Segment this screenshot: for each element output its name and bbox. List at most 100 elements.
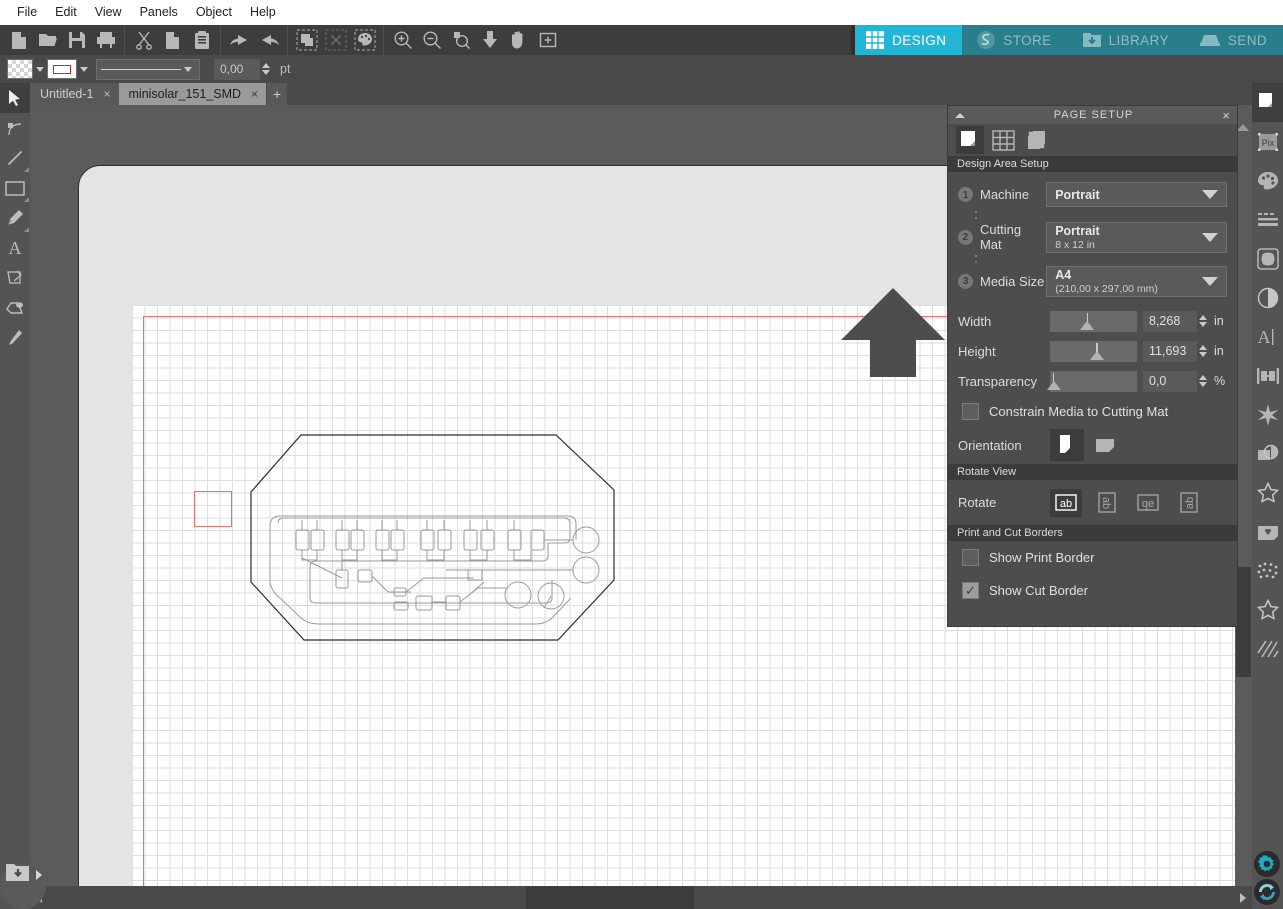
add-document-tab-button[interactable]: + <box>267 83 288 105</box>
pixscan-panel-button[interactable]: Pix <box>1252 122 1283 161</box>
text-tool[interactable]: A <box>0 233 30 263</box>
constrain-media-checkbox[interactable] <box>962 402 979 420</box>
horizontal-scroll-track[interactable] <box>48 886 1234 909</box>
sketch-panel-button[interactable] <box>1252 512 1283 551</box>
paste-icon[interactable] <box>187 25 216 55</box>
horizontal-scrollbar[interactable] <box>30 886 1252 909</box>
new-document-icon[interactable] <box>4 25 33 55</box>
transparency-stepper[interactable] <box>1197 371 1208 392</box>
machine-select[interactable]: Portrait <box>1046 182 1227 207</box>
scroll-right-arrow[interactable] <box>1234 886 1252 909</box>
vertical-scroll-thumb[interactable] <box>1236 567 1251 677</box>
registration-marks-tab[interactable] <box>1022 126 1050 154</box>
cutting-mat-select[interactable]: Portrait 8 x 12 in <box>1046 221 1227 253</box>
color-panel-button[interactable] <box>1252 161 1283 200</box>
close-icon[interactable]: × <box>104 87 111 101</box>
duplicate-icon[interactable] <box>292 25 321 55</box>
show-print-border-checkbox[interactable] <box>962 549 979 566</box>
zoom-out-icon[interactable] <box>417 25 446 55</box>
show-print-border-row[interactable]: Show Print Border <box>948 541 1237 574</box>
rhinestone-panel-button[interactable] <box>1252 551 1283 590</box>
offset-panel-button[interactable] <box>1252 434 1283 473</box>
zoom-in-icon[interactable] <box>388 25 417 55</box>
collapse-chevron-up-icon[interactable] <box>948 112 972 118</box>
fill-color-icon[interactable] <box>350 25 379 55</box>
minisolar-pcb-outline[interactable] <box>246 430 646 670</box>
stroke-swatch[interactable] <box>47 59 77 79</box>
width-input[interactable]: 8,268 <box>1143 310 1197 332</box>
height-slider[interactable] <box>1050 340 1137 362</box>
close-icon[interactable]: × <box>1215 108 1237 123</box>
show-cut-border-checkbox[interactable] <box>962 582 979 599</box>
show-cut-border-row[interactable]: Show Cut Border <box>948 574 1237 607</box>
orientation-portrait[interactable] <box>1050 429 1084 461</box>
undo-icon[interactable] <box>225 25 254 55</box>
pan-hand-icon[interactable] <box>504 25 533 55</box>
star-panel-button[interactable] <box>1252 590 1283 629</box>
align-panel-button[interactable] <box>1252 356 1283 395</box>
zoom-selection-icon[interactable] <box>446 25 475 55</box>
width-stepper[interactable] <box>1197 311 1208 332</box>
menu-edit[interactable]: Edit <box>46 3 86 22</box>
library-drawer-handle[interactable] <box>0 849 46 909</box>
menu-panels[interactable]: Panels <box>131 3 187 22</box>
line-tool[interactable] <box>0 143 30 173</box>
line-style-panel-button[interactable] <box>1252 200 1283 239</box>
height-stepper[interactable] <box>1197 341 1208 362</box>
close-icon[interactable]: × <box>251 87 258 101</box>
up-arrow-shape[interactable] <box>838 285 948 385</box>
doc-tab-minisolar[interactable]: minisolar_151_SMD × <box>118 83 267 105</box>
rectangle-tool[interactable] <box>0 173 30 203</box>
line-width-input[interactable]: 0,00 <box>214 58 260 80</box>
eraser-tool[interactable] <box>0 293 30 323</box>
grid-tab[interactable] <box>989 126 1017 154</box>
edit-point-tool[interactable] <box>0 113 30 143</box>
knife-tool[interactable] <box>0 323 30 353</box>
height-input[interactable]: 11,693 <box>1143 340 1197 362</box>
page-setup-panel-button[interactable] <box>1252 83 1283 122</box>
fill-dropdown-chevron-down-icon[interactable] <box>33 59 47 79</box>
sync-icon[interactable] <box>1254 879 1280 905</box>
zoom-region-icon[interactable] <box>533 25 562 55</box>
menu-object[interactable]: Object <box>187 3 241 22</box>
trace-panel-button[interactable] <box>1252 239 1283 278</box>
cut-scissors-icon[interactable] <box>129 25 158 55</box>
pattern-fill-panel-button[interactable] <box>1252 629 1283 668</box>
fit-to-page-icon[interactable] <box>475 25 504 55</box>
menu-file[interactable]: File <box>8 3 46 22</box>
rotate-90[interactable]: ab <box>1091 489 1123 517</box>
fill-swatch[interactable] <box>7 59 33 79</box>
tab-design[interactable]: DESIGN <box>851 25 963 55</box>
tab-store[interactable]: STORE <box>962 25 1067 55</box>
media-size-select[interactable]: A4 (210,00 x 297,00 mm) <box>1046 265 1227 297</box>
doc-tab-untitled-1[interactable]: Untitled-1 × <box>30 83 119 105</box>
transparency-slider[interactable] <box>1047 370 1137 392</box>
gear-icon[interactable] <box>1254 851 1280 877</box>
orientation-landscape[interactable] <box>1090 429 1124 461</box>
print-icon[interactable] <box>91 25 120 55</box>
selection-rectangle[interactable] <box>194 491 232 527</box>
menu-help[interactable]: Help <box>241 3 285 22</box>
shapes-panel-button[interactable] <box>1252 473 1283 512</box>
horizontal-scroll-thumb[interactable] <box>526 886 694 909</box>
text-style-panel-button[interactable]: A <box>1252 317 1283 356</box>
trace-tool[interactable] <box>0 263 30 293</box>
tab-library[interactable]: LIBRARY <box>1068 25 1185 55</box>
scroll-up-arrow[interactable] <box>1237 107 1249 131</box>
rotate-270[interactable]: ab <box>1173 489 1205 517</box>
line-width-stepper[interactable] <box>260 59 271 80</box>
stroke-dropdown-chevron-down-icon[interactable] <box>77 59 91 79</box>
transparency-panel-button[interactable] <box>1252 278 1283 317</box>
transparency-input[interactable]: 0,0 <box>1143 370 1197 392</box>
redo-icon[interactable] <box>254 25 283 55</box>
delete-icon[interactable] <box>321 25 350 55</box>
select-arrow-tool[interactable] <box>0 83 30 113</box>
modify-panel-button[interactable] <box>1252 395 1283 434</box>
copy-icon[interactable] <box>158 25 187 55</box>
menu-view[interactable]: View <box>86 3 131 22</box>
line-style-select[interactable] <box>96 58 200 80</box>
rotate-180[interactable]: qe <box>1132 489 1164 517</box>
open-folder-icon[interactable] <box>33 25 62 55</box>
tab-send[interactable]: SEND <box>1185 25 1283 55</box>
save-icon[interactable] <box>62 25 91 55</box>
